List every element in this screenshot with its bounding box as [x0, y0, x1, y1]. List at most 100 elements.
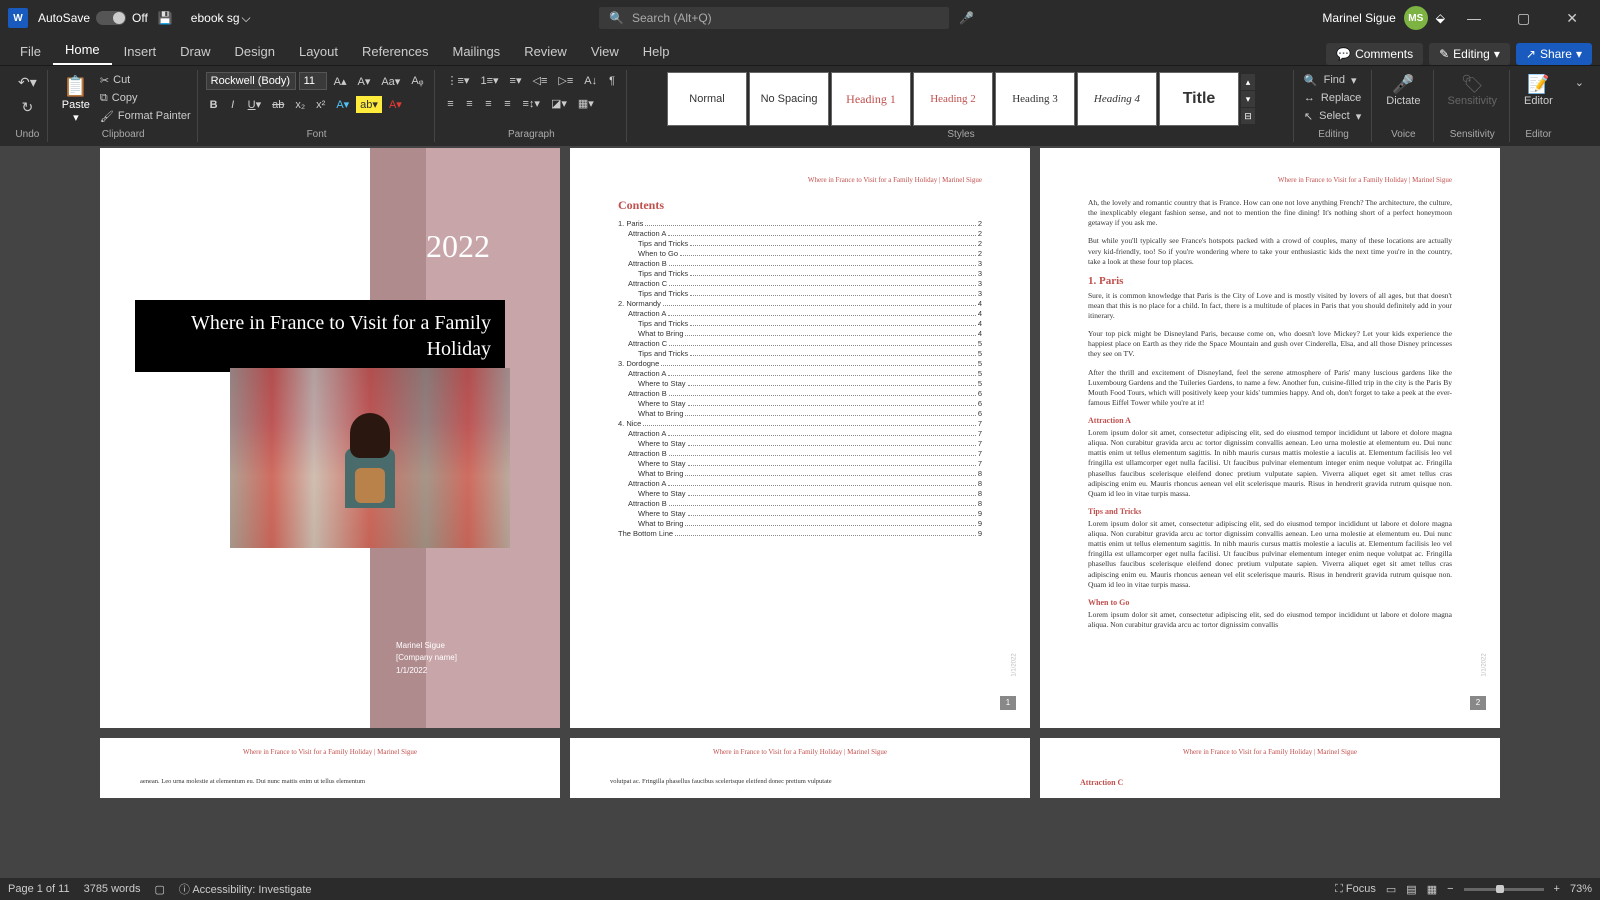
heading-tips[interactable]: Tips and Tricks — [1088, 507, 1452, 516]
tab-insert[interactable]: Insert — [112, 38, 169, 65]
heading-paris[interactable]: 1. Paris — [1088, 275, 1452, 287]
toc-title[interactable]: Contents — [618, 198, 982, 213]
heading-when[interactable]: When to Go — [1088, 598, 1452, 607]
page-indicator[interactable]: Page 1 of 11 — [8, 883, 70, 895]
editing-mode-button[interactable]: ✎ Editing ▾ — [1429, 43, 1510, 65]
gallery-more-icon[interactable]: ⊟ — [1241, 108, 1255, 124]
cut-button[interactable]: ✂ Cut — [100, 72, 191, 88]
tab-home[interactable]: Home — [53, 36, 112, 65]
minimize-button[interactable]: — — [1453, 10, 1495, 26]
language-icon[interactable]: ▢ — [154, 883, 164, 896]
find-button[interactable]: 🔍 Find ▾ — [1302, 72, 1365, 88]
autosave-toggle[interactable]: AutoSave Off — [38, 11, 148, 25]
page-toc[interactable]: Where in France to Visit for a Family Ho… — [570, 148, 1030, 728]
tab-file[interactable]: File — [8, 38, 53, 65]
style-nospacing[interactable]: No Spacing — [749, 72, 829, 126]
share-button[interactable]: ↗ Share ▾ — [1516, 43, 1592, 65]
zoom-slider[interactable] — [1464, 888, 1544, 891]
multilevel-button[interactable]: ≡▾ — [506, 72, 526, 89]
italic-button[interactable]: I — [225, 97, 241, 113]
heading-attr-a[interactable]: Attraction A — [1088, 416, 1452, 425]
subscript-button[interactable]: x₂ — [291, 97, 309, 113]
maximize-button[interactable]: ▢ — [1503, 10, 1544, 27]
tab-draw[interactable]: Draw — [168, 38, 222, 65]
style-heading1[interactable]: Heading 1 — [831, 72, 911, 126]
collapse-ribbon-button[interactable]: ⌄ — [1571, 74, 1588, 91]
font-size-select[interactable] — [299, 72, 327, 90]
comments-button[interactable]: 💬 Comments — [1326, 43, 1423, 65]
font-color-button[interactable]: A▾ — [385, 96, 406, 113]
gallery-down-icon[interactable]: ▾ — [1241, 91, 1255, 107]
highlight-button[interactable]: ab▾ — [356, 96, 382, 113]
redo-button[interactable]: ↻ — [14, 97, 41, 118]
tab-mailings[interactable]: Mailings — [441, 38, 513, 65]
strike-button[interactable]: ab — [268, 97, 288, 113]
line-spacing-button[interactable]: ≡↕▾ — [519, 95, 544, 112]
decrease-indent-button[interactable]: ◁≡ — [528, 72, 551, 89]
zoom-level[interactable]: 73% — [1570, 883, 1592, 895]
accessibility-status[interactable]: ⓘ Accessibility: Investigate — [179, 881, 312, 897]
gallery-nav[interactable]: ▴ ▾ ⊟ — [1241, 74, 1255, 124]
editor-button[interactable]: 📝 Editor — [1518, 72, 1559, 109]
page-next[interactable]: Where in France to Visit for a Family Ho… — [1040, 738, 1500, 798]
bullets-button[interactable]: ⋮≡▾ — [443, 72, 474, 89]
show-marks-button[interactable]: ¶ — [604, 73, 620, 89]
underline-button[interactable]: U▾ — [244, 96, 265, 113]
increase-indent-button[interactable]: ▷≡ — [554, 72, 577, 89]
style-normal[interactable]: Normal — [667, 72, 747, 126]
cover-meta[interactable]: Marinel Sigue [Company name] 1/1/2022 — [396, 640, 457, 678]
tab-layout[interactable]: Layout — [287, 38, 350, 65]
undo-button[interactable]: ↶▾ — [14, 72, 41, 93]
toggle-switch[interactable] — [96, 11, 126, 25]
search-input[interactable]: 🔍 Search (Alt+Q) — [599, 7, 949, 29]
shading-button[interactable]: ◪▾ — [547, 95, 571, 112]
focus-mode-button[interactable]: ⛶ Focus — [1335, 883, 1376, 896]
style-title[interactable]: Title — [1159, 72, 1239, 126]
paste-button[interactable]: 📋 Paste ▾ — [56, 72, 96, 126]
dictate-button[interactable]: 🎤 Dictate — [1380, 72, 1426, 109]
page-content[interactable]: Where in France to Visit for a Family Ho… — [1040, 148, 1500, 728]
superscript-button[interactable]: x² — [312, 97, 329, 113]
style-heading3[interactable]: Heading 3 — [995, 72, 1075, 126]
font-name-select[interactable] — [206, 72, 296, 90]
avatar[interactable]: MS — [1404, 6, 1428, 30]
document-name[interactable]: ebook sg — [191, 11, 240, 25]
cover-year[interactable]: 2022 — [426, 228, 490, 265]
style-heading4[interactable]: Heading 4 — [1077, 72, 1157, 126]
tab-view[interactable]: View — [579, 38, 631, 65]
toc-list[interactable]: 1. Paris2Attraction A2Tips and Tricks2Wh… — [618, 219, 982, 538]
cover-image[interactable] — [230, 368, 510, 548]
replace-button[interactable]: ↔ Replace — [1302, 90, 1365, 106]
cover-title[interactable]: Where in France to Visit for a Family Ho… — [135, 300, 505, 372]
document-canvas[interactable]: 2022 Where in France to Visit for a Fami… — [0, 146, 1600, 878]
align-left-button[interactable]: ≡ — [443, 96, 459, 112]
tab-help[interactable]: Help — [631, 38, 682, 65]
borders-button[interactable]: ▦▾ — [574, 95, 598, 112]
word-count[interactable]: 3785 words — [84, 883, 141, 895]
save-icon[interactable]: 💾 — [158, 11, 173, 25]
sort-button[interactable]: A↓ — [580, 73, 601, 89]
bold-button[interactable]: B — [206, 97, 222, 113]
toc-entry[interactable]: The Bottom Line9 — [618, 529, 982, 538]
tab-review[interactable]: Review — [512, 38, 579, 65]
align-center-button[interactable]: ≡ — [462, 96, 478, 112]
zoom-in-button[interactable]: + — [1554, 883, 1560, 895]
text-effects-button[interactable]: A▾ — [332, 96, 353, 113]
page-next[interactable]: Where in France to Visit for a Family Ho… — [570, 738, 1030, 798]
justify-button[interactable]: ≡ — [500, 96, 516, 112]
copy-button[interactable]: ⧉ Copy — [100, 90, 191, 106]
mic-icon[interactable]: 🎤 — [959, 11, 974, 25]
page-cover[interactable]: 2022 Where in France to Visit for a Fami… — [100, 148, 560, 728]
clear-formatting-button[interactable]: Aᵩ — [407, 73, 427, 89]
tab-references[interactable]: References — [350, 38, 440, 65]
tab-design[interactable]: Design — [223, 38, 287, 65]
print-layout-button[interactable]: ▤ — [1406, 883, 1416, 896]
format-painter-button[interactable]: 🖌 Format Painter — [100, 108, 191, 124]
web-layout-button[interactable]: ▦ — [1427, 883, 1437, 896]
align-right-button[interactable]: ≡ — [481, 96, 497, 112]
zoom-out-button[interactable]: − — [1447, 883, 1453, 895]
close-button[interactable]: ✕ — [1552, 10, 1592, 27]
change-case-button[interactable]: Aa▾ — [377, 73, 404, 90]
style-heading2[interactable]: Heading 2 — [913, 72, 993, 126]
read-mode-button[interactable]: ▭ — [1386, 883, 1396, 896]
